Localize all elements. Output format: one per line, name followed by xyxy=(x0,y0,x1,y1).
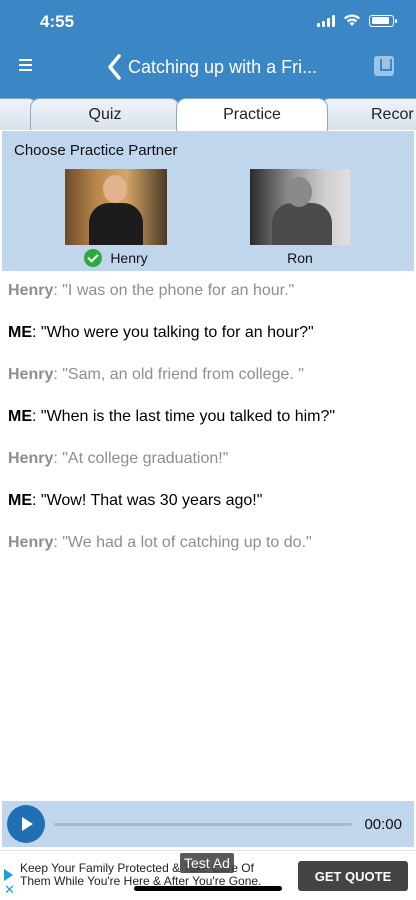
status-icons xyxy=(317,14,397,27)
dialogue-text: : "Wow! That was 30 years ago!" xyxy=(32,492,263,509)
henry-photo[interactable] xyxy=(65,169,167,245)
tab-bar: Quiz Recor Practice xyxy=(0,98,416,131)
battery-icon xyxy=(369,14,397,27)
app-screen: 4:55 Catching up with a Fri... Quiz Reco… xyxy=(0,0,416,900)
practice-partner-panel: Choose Practice Partner Henry Ron xyxy=(2,131,414,271)
ad-text[interactable]: Keep Your Family Protected & Take Care O… xyxy=(20,862,282,888)
status-time: 4:55 xyxy=(40,12,75,31)
tab-practice-label: Practice xyxy=(223,106,281,123)
speaker-name: Henry xyxy=(8,450,54,467)
speaker-name: ME xyxy=(8,408,32,425)
speaker-name: ME xyxy=(8,324,32,341)
partner-name-henry: Henry xyxy=(110,250,148,266)
tab-record-label: Recor xyxy=(371,105,414,123)
dialogue-text: : "Sam, an old friend from college. " xyxy=(53,366,304,383)
audio-progress-slider[interactable] xyxy=(54,823,352,826)
dialogue-text: : "Who were you talking to for an hour?" xyxy=(32,324,314,341)
ad-close-icon[interactable]: ✕ xyxy=(4,883,16,896)
signal-icon xyxy=(317,14,335,27)
selected-check-icon xyxy=(84,249,103,267)
dialogue-list: Henry: "I was on the phone for an hour."… xyxy=(8,280,412,574)
partner-henry[interactable]: Henry xyxy=(65,169,167,271)
partner-panel-title: Choose Practice Partner xyxy=(14,142,178,159)
wifi-icon xyxy=(344,14,360,26)
audio-player: 00:00 xyxy=(2,801,414,847)
bookmark-icon[interactable] xyxy=(374,56,394,76)
dialogue-text: : "When is the last time you talked to h… xyxy=(32,408,336,425)
speaker-name: Henry xyxy=(8,282,54,299)
dialogue-line[interactable]: Henry: "I was on the phone for an hour." xyxy=(8,280,412,322)
tab-practice[interactable]: Practice xyxy=(176,98,328,131)
page-title: Catching up with a Fri... xyxy=(128,57,318,77)
ad-label: Test Ad xyxy=(180,853,234,873)
back-chevron-icon[interactable] xyxy=(104,52,126,82)
dialogue-text: : "At college graduation!" xyxy=(53,450,229,467)
speaker-name: Henry xyxy=(8,534,54,551)
dialogue-text: : "We had a lot of catching up to do." xyxy=(53,534,312,551)
ad-info-icon[interactable] xyxy=(4,869,13,881)
menu-button[interactable] xyxy=(18,56,40,76)
player-time: 00:00 xyxy=(364,816,402,833)
dialogue-line[interactable]: ME: "Wow! That was 30 years ago!" xyxy=(8,490,412,532)
ad-cta-button[interactable]: GET QUOTE xyxy=(298,861,408,891)
tab-record[interactable]: Recor xyxy=(320,98,416,130)
dialogue-line[interactable]: ME: "Who were you talking to for an hour… xyxy=(8,322,412,364)
speaker-name: Henry xyxy=(8,366,54,383)
header-bar: 4:55 Catching up with a Fri... xyxy=(0,0,416,98)
speaker-name: ME xyxy=(8,492,32,509)
dialogue-line[interactable]: Henry: "At college graduation!" xyxy=(8,448,412,490)
dialogue-line[interactable]: Henry: "We had a lot of catching up to d… xyxy=(8,532,412,574)
play-button[interactable] xyxy=(7,805,45,843)
ad-choices[interactable]: ✕ xyxy=(4,869,16,896)
dialogue-text: : "I was on the phone for an hour." xyxy=(53,282,295,299)
tab-quiz-label: Quiz xyxy=(88,105,122,123)
partner-name-ron: Ron xyxy=(287,250,313,266)
dialogue-line[interactable]: ME: "When is the last time you talked to… xyxy=(8,406,412,448)
partner-ron[interactable]: Ron xyxy=(250,169,350,271)
ad-banner[interactable]: ✕ Keep Your Family Protected & Take Care… xyxy=(0,850,416,900)
ron-photo[interactable] xyxy=(250,169,350,245)
home-indicator[interactable] xyxy=(134,886,282,891)
dialogue-line[interactable]: Henry: "Sam, an old friend from college.… xyxy=(8,364,412,406)
tab-quiz[interactable]: Quiz xyxy=(30,98,180,130)
